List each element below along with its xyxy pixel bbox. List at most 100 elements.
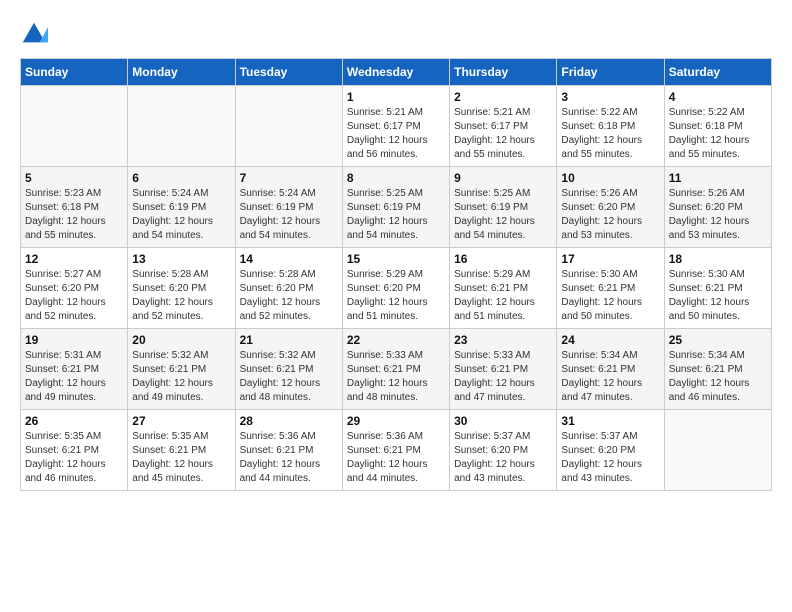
calendar-day-cell: 24Sunrise: 5:34 AMSunset: 6:21 PMDayligh…	[557, 329, 664, 410]
day-detail: Sunrise: 5:29 AMSunset: 6:21 PMDaylight:…	[454, 268, 552, 324]
day-detail: Sunrise: 5:22 AMSunset: 6:18 PMDaylight:…	[669, 106, 767, 162]
calendar-day-cell: 16 Sunrise: 5:29 AMSunset: 6:21 PMDayligh…	[450, 248, 557, 329]
day-number: 21	[240, 333, 338, 347]
calendar-day-cell: 26Sunrise: 5:35 AMSunset: 6:21 PMDayligh…	[21, 410, 128, 491]
calendar-day-cell: 23 Sunrise: 5:33 AMSunset: 6:21 PMDayligh…	[450, 329, 557, 410]
calendar-week-row: 5 Sunrise: 5:23 AMSunset: 6:18 PMDaylight…	[21, 167, 772, 248]
calendar-day-cell: 25 Sunrise: 5:34 AMSunset: 6:21 PMDayligh…	[664, 329, 771, 410]
weekday-header: Saturday	[664, 59, 771, 86]
day-detail: Sunrise: 5:22 AMSunset: 6:18 PMDaylight:…	[561, 106, 659, 162]
calendar-day-cell: 15Sunrise: 5:29 AMSunset: 6:20 PMDayligh…	[342, 248, 449, 329]
day-number: 29	[347, 414, 445, 428]
day-number: 10	[561, 171, 659, 185]
day-detail: Sunrise: 5:36 AMSunset: 6:21 PMDaylight:…	[347, 430, 445, 486]
day-number: 28	[240, 414, 338, 428]
calendar-week-row: 1 Sunrise: 5:21 AMSunset: 6:17 PMDaylight…	[21, 86, 772, 167]
calendar-day-cell	[21, 86, 128, 167]
calendar-day-cell	[128, 86, 235, 167]
day-detail: Sunrise: 5:35 AMSunset: 6:21 PMDaylight:…	[25, 430, 123, 486]
day-detail: Sunrise: 5:28 AMSunset: 6:20 PMDaylight:…	[240, 268, 338, 324]
weekday-header: Tuesday	[235, 59, 342, 86]
day-detail: Sunrise: 5:37 AMSunset: 6:20 PMDaylight:…	[454, 430, 552, 486]
day-detail: Sunrise: 5:35 AMSunset: 6:21 PMDaylight:…	[132, 430, 230, 486]
day-number: 16	[454, 252, 552, 266]
calendar-body: 1 Sunrise: 5:21 AMSunset: 6:17 PMDaylight…	[21, 86, 772, 491]
calendar-day-cell: 22Sunrise: 5:33 AMSunset: 6:21 PMDayligh…	[342, 329, 449, 410]
calendar-day-cell: 8 Sunrise: 5:25 AMSunset: 6:19 PMDaylight…	[342, 167, 449, 248]
calendar-day-cell: 31Sunrise: 5:37 AMSunset: 6:20 PMDayligh…	[557, 410, 664, 491]
day-detail: Sunrise: 5:32 AMSunset: 6:21 PMDaylight:…	[240, 349, 338, 405]
day-detail: Sunrise: 5:27 AMSunset: 6:20 PMDaylight:…	[25, 268, 123, 324]
day-number: 5	[25, 171, 123, 185]
calendar-week-row: 12Sunrise: 5:27 AMSunset: 6:20 PMDayligh…	[21, 248, 772, 329]
day-number: 23	[454, 333, 552, 347]
day-number: 6	[132, 171, 230, 185]
calendar-day-cell: 14Sunrise: 5:28 AMSunset: 6:20 PMDayligh…	[235, 248, 342, 329]
day-number: 18	[669, 252, 767, 266]
weekday-header: Wednesday	[342, 59, 449, 86]
day-number: 2	[454, 90, 552, 104]
day-detail: Sunrise: 5:34 AMSunset: 6:21 PMDaylight:…	[669, 349, 767, 405]
calendar-day-cell: 21 Sunrise: 5:32 AMSunset: 6:21 PMDayligh…	[235, 329, 342, 410]
day-detail: Sunrise: 5:32 AMSunset: 6:21 PMDaylight:…	[132, 349, 230, 405]
calendar-day-cell: 29 Sunrise: 5:36 AMSunset: 6:21 PMDayligh…	[342, 410, 449, 491]
calendar-day-cell: 20 Sunrise: 5:32 AMSunset: 6:21 PMDayligh…	[128, 329, 235, 410]
day-number: 24	[561, 333, 659, 347]
calendar-day-cell: 3Sunrise: 5:22 AMSunset: 6:18 PMDaylight…	[557, 86, 664, 167]
calendar-day-cell: 17 Sunrise: 5:30 AMSunset: 6:21 PMDayligh…	[557, 248, 664, 329]
day-number: 20	[132, 333, 230, 347]
day-detail: Sunrise: 5:37 AMSunset: 6:20 PMDaylight:…	[561, 430, 659, 486]
calendar-day-cell: 1 Sunrise: 5:21 AMSunset: 6:17 PMDaylight…	[342, 86, 449, 167]
calendar-day-cell: 18 Sunrise: 5:30 AMSunset: 6:21 PMDayligh…	[664, 248, 771, 329]
day-number: 13	[132, 252, 230, 266]
calendar-week-row: 26Sunrise: 5:35 AMSunset: 6:21 PMDayligh…	[21, 410, 772, 491]
day-detail: Sunrise: 5:31 AMSunset: 6:21 PMDaylight:…	[25, 349, 123, 405]
calendar-day-cell: 5 Sunrise: 5:23 AMSunset: 6:18 PMDaylight…	[21, 167, 128, 248]
day-number: 11	[669, 171, 767, 185]
calendar-day-cell: 2 Sunrise: 5:21 AMSunset: 6:17 PMDaylight…	[450, 86, 557, 167]
calendar-header: SundayMondayTuesdayWednesdayThursdayFrid…	[21, 59, 772, 86]
weekday-row: SundayMondayTuesdayWednesdayThursdayFrid…	[21, 59, 772, 86]
calendar-day-cell: 10 Sunrise: 5:26 AMSunset: 6:20 PMDayligh…	[557, 167, 664, 248]
day-number: 27	[132, 414, 230, 428]
day-number: 25	[669, 333, 767, 347]
weekday-header: Sunday	[21, 59, 128, 86]
calendar-day-cell: 6 Sunrise: 5:24 AMSunset: 6:19 PMDaylight…	[128, 167, 235, 248]
day-detail: Sunrise: 5:33 AMSunset: 6:21 PMDaylight:…	[454, 349, 552, 405]
day-detail: Sunrise: 5:30 AMSunset: 6:21 PMDaylight:…	[669, 268, 767, 324]
day-detail: Sunrise: 5:29 AMSunset: 6:20 PMDaylight:…	[347, 268, 445, 324]
day-detail: Sunrise: 5:33 AMSunset: 6:21 PMDaylight:…	[347, 349, 445, 405]
day-detail: Sunrise: 5:28 AMSunset: 6:20 PMDaylight:…	[132, 268, 230, 324]
day-detail: Sunrise: 5:25 AMSunset: 6:19 PMDaylight:…	[454, 187, 552, 243]
day-number: 19	[25, 333, 123, 347]
day-detail: Sunrise: 5:21 AMSunset: 6:17 PMDaylight:…	[347, 106, 445, 162]
calendar-day-cell: 19 Sunrise: 5:31 AMSunset: 6:21 PMDayligh…	[21, 329, 128, 410]
day-detail: Sunrise: 5:25 AMSunset: 6:19 PMDaylight:…	[347, 187, 445, 243]
day-detail: Sunrise: 5:26 AMSunset: 6:20 PMDaylight:…	[561, 187, 659, 243]
day-detail: Sunrise: 5:24 AMSunset: 6:19 PMDaylight:…	[240, 187, 338, 243]
day-number: 30	[454, 414, 552, 428]
weekday-header: Monday	[128, 59, 235, 86]
calendar-day-cell: 4Sunrise: 5:22 AMSunset: 6:18 PMDaylight…	[664, 86, 771, 167]
day-detail: Sunrise: 5:26 AMSunset: 6:20 PMDaylight:…	[669, 187, 767, 243]
day-number: 7	[240, 171, 338, 185]
day-number: 8	[347, 171, 445, 185]
calendar-day-cell	[664, 410, 771, 491]
day-detail: Sunrise: 5:21 AMSunset: 6:17 PMDaylight:…	[454, 106, 552, 162]
day-number: 1	[347, 90, 445, 104]
calendar-day-cell: 30 Sunrise: 5:37 AMSunset: 6:20 PMDayligh…	[450, 410, 557, 491]
calendar-day-cell: 9Sunrise: 5:25 AMSunset: 6:19 PMDaylight…	[450, 167, 557, 248]
calendar-day-cell: 12Sunrise: 5:27 AMSunset: 6:20 PMDayligh…	[21, 248, 128, 329]
weekday-header: Thursday	[450, 59, 557, 86]
page-header	[20, 20, 772, 48]
day-detail: Sunrise: 5:23 AMSunset: 6:18 PMDaylight:…	[25, 187, 123, 243]
calendar-day-cell: 28Sunrise: 5:36 AMSunset: 6:21 PMDayligh…	[235, 410, 342, 491]
calendar-day-cell	[235, 86, 342, 167]
day-number: 17	[561, 252, 659, 266]
calendar-day-cell: 7 Sunrise: 5:24 AMSunset: 6:19 PMDaylight…	[235, 167, 342, 248]
calendar-day-cell: 11 Sunrise: 5:26 AMSunset: 6:20 PMDayligh…	[664, 167, 771, 248]
logo-icon	[20, 20, 48, 48]
day-detail: Sunrise: 5:24 AMSunset: 6:19 PMDaylight:…	[132, 187, 230, 243]
calendar-day-cell: 13 Sunrise: 5:28 AMSunset: 6:20 PMDayligh…	[128, 248, 235, 329]
day-detail: Sunrise: 5:30 AMSunset: 6:21 PMDaylight:…	[561, 268, 659, 324]
